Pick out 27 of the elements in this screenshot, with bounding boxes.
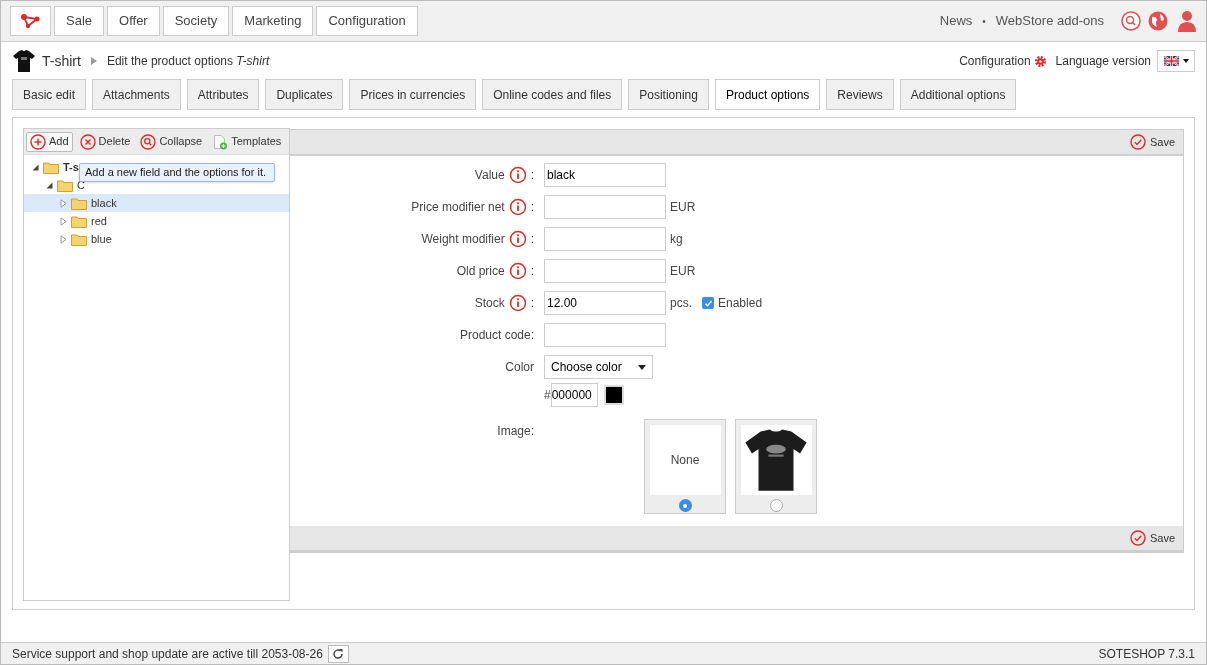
page-title: Edit the product options T-shirt xyxy=(106,53,270,70)
field-label: Product code: xyxy=(459,327,534,344)
separator: • xyxy=(982,14,986,29)
field-label: Old price xyxy=(456,263,505,280)
field-label: Color xyxy=(505,359,534,376)
field-label: Value xyxy=(474,167,505,184)
field-label: Price modifier net xyxy=(411,199,505,216)
colon: : xyxy=(530,295,534,312)
none-label: None xyxy=(670,452,700,469)
colon: : xyxy=(530,199,534,216)
unit-label: EUR xyxy=(670,199,696,216)
field-label: Weight modifier xyxy=(421,231,505,248)
tooltip: Add a new field and the options for it. xyxy=(79,163,275,182)
unit-label: EUR xyxy=(670,263,696,280)
colon: : xyxy=(530,263,534,280)
field-label: Image: xyxy=(497,423,534,440)
hash-sign: # xyxy=(544,387,551,404)
product-title: T-shirt xyxy=(42,51,81,71)
checkbox-label: Enabled xyxy=(718,295,763,312)
field-label: Stock xyxy=(474,295,505,312)
status-message: Service support and shop update are active till 2053-08-26 xyxy=(12,645,323,663)
version-label: SOTESHOP 7.3.1 xyxy=(1098,645,1195,663)
unit-label: kg xyxy=(670,231,683,248)
colon: : xyxy=(530,231,534,248)
language-label: Language version xyxy=(1055,53,1151,70)
colon: : xyxy=(530,167,534,184)
unit-label: pcs. xyxy=(670,295,692,312)
